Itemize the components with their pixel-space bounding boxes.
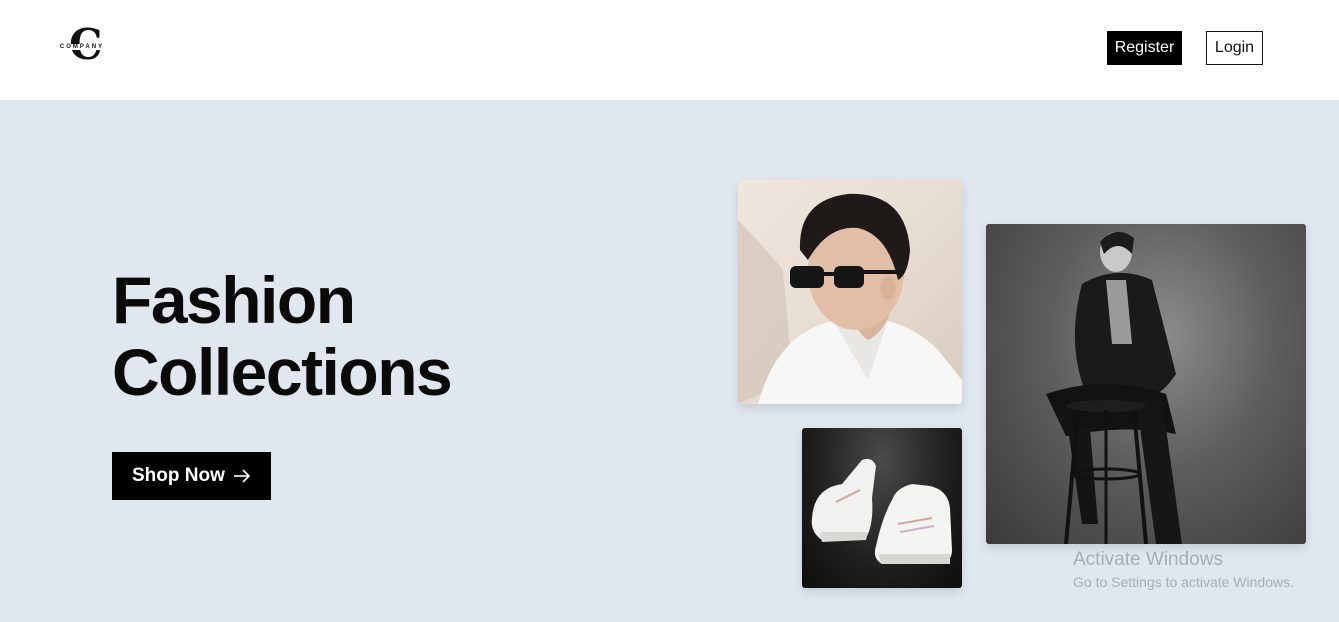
activate-windows-watermark: Activate Windows Go to Settings to activ… xyxy=(1073,548,1294,592)
hero-title: Fashion Collections xyxy=(112,263,453,409)
woman-suit-illustration xyxy=(1046,231,1182,544)
arrow-right-icon xyxy=(234,469,251,483)
watermark-subtitle: Go to Settings to activate Windows. xyxy=(1073,574,1294,590)
gallery-image-sneakers xyxy=(802,428,962,588)
login-button[interactable]: Login xyxy=(1206,31,1263,65)
watermark-title: Activate Windows xyxy=(1073,549,1223,570)
gallery-image-woman xyxy=(986,224,1306,544)
man-sunglasses-illustration xyxy=(738,193,962,404)
gallery-image-man xyxy=(738,180,962,404)
hero-section: Fashion Collections Shop Now Activate Wi… xyxy=(0,100,1339,622)
hero-title-line2: Collections xyxy=(112,335,453,409)
logo-word: COMPANY xyxy=(58,44,106,50)
shop-now-button[interactable]: Shop Now xyxy=(112,452,271,500)
company-logo[interactable]: C COMPANY xyxy=(55,22,109,68)
site-header: C COMPANY Register Login xyxy=(0,0,1339,100)
register-button[interactable]: Register xyxy=(1107,31,1182,65)
hero-title-line1: Fashion xyxy=(112,263,356,337)
shop-now-label: Shop Now xyxy=(132,465,225,486)
sneakers-illustration xyxy=(811,458,952,564)
